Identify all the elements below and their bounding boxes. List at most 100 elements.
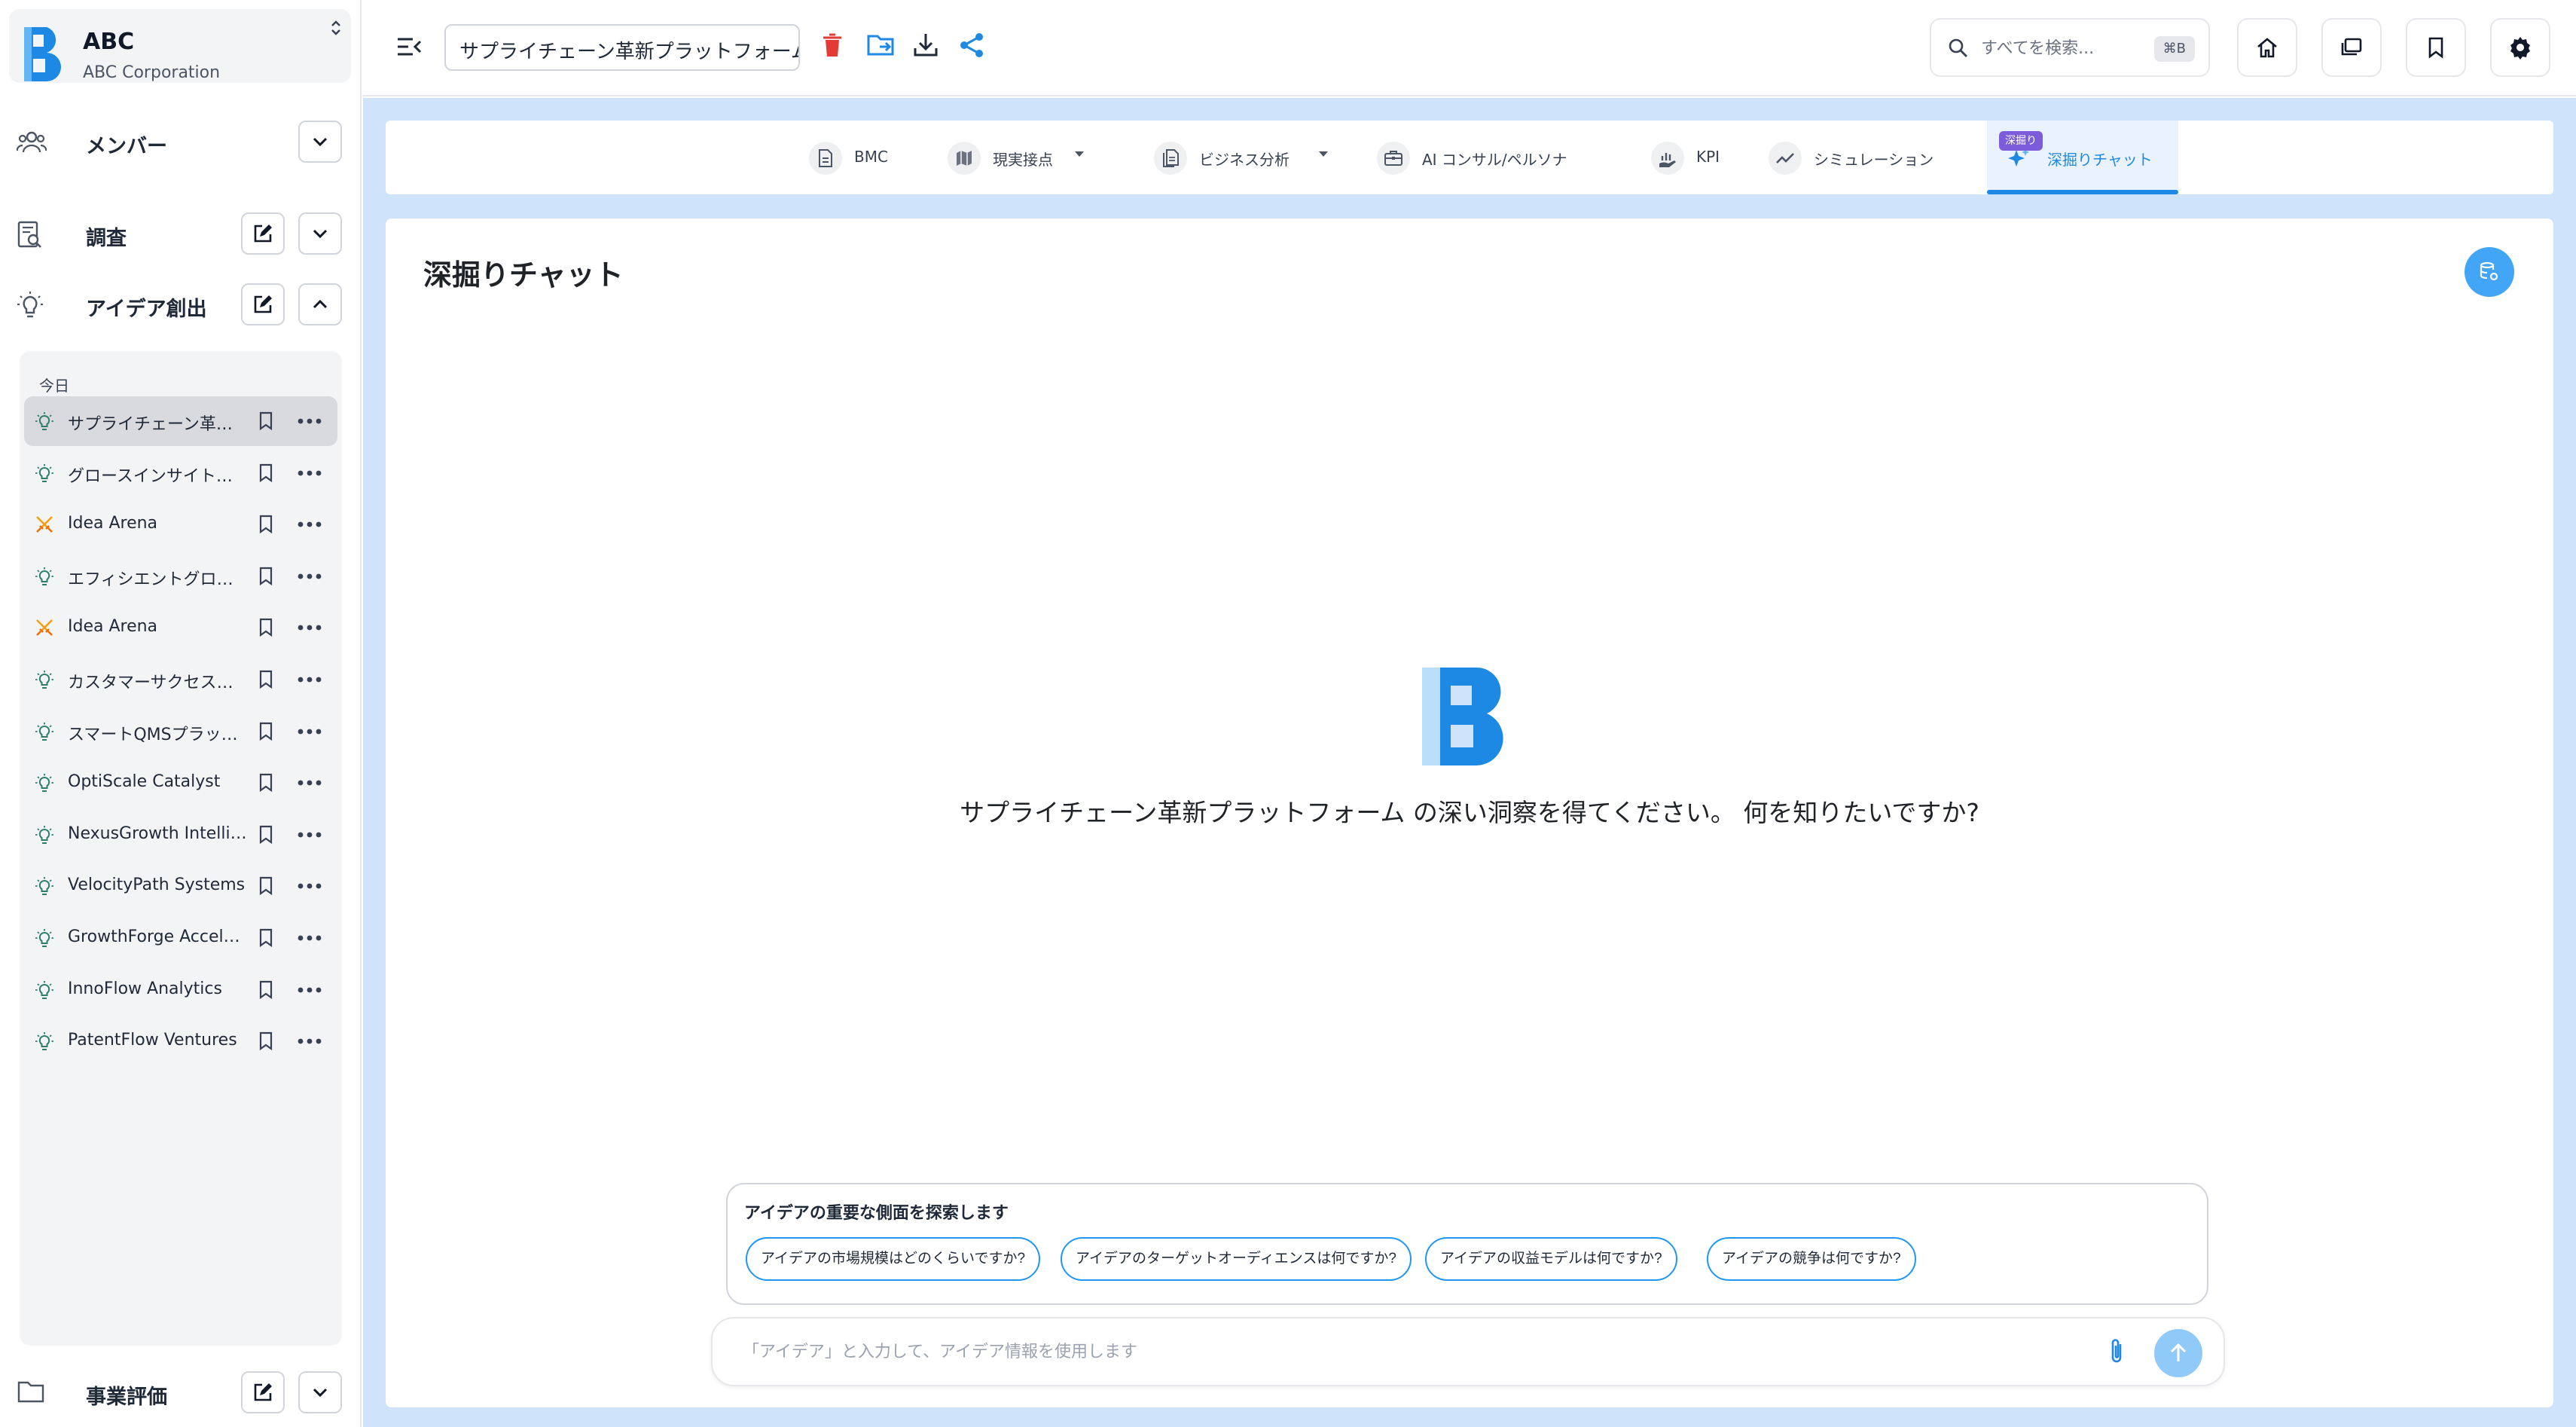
chat-input[interactable] [743, 1335, 2083, 1368]
bookmark-icon[interactable] [258, 979, 274, 1001]
users-icon [17, 131, 47, 153]
sidebar-section-research[interactable]: 調査 [0, 206, 362, 261]
suggestion-chip-market-size[interactable]: アイデアの市場規模はどのくらいですか? [746, 1237, 1041, 1281]
bookmark-icon[interactable] [258, 411, 274, 432]
chart-hand-icon [1651, 142, 1684, 175]
history-item[interactable]: Idea Arena [24, 500, 337, 549]
tab-label: 深掘りチャット [2047, 151, 2153, 169]
lightbulb-icon [35, 928, 54, 949]
sidebar-label-members: メンバー [86, 135, 167, 158]
lightbulb-icon [35, 722, 54, 743]
more-options-icon[interactable] [297, 772, 322, 793]
history-item[interactable]: グロースインサイトアナリティクス [24, 448, 337, 498]
gear-icon [2510, 37, 2530, 60]
more-options-icon[interactable] [297, 566, 322, 587]
history-item[interactable]: NexusGrowth Intelligence [24, 810, 337, 860]
history-item[interactable]: エフィシエントグロースソリューション [24, 552, 337, 601]
library-button[interactable] [2321, 18, 2382, 77]
caret-down-icon [1075, 151, 1084, 157]
lightbulb-icon [35, 567, 54, 588]
paperclip-icon[interactable] [2106, 1337, 2127, 1367]
edit-icon [254, 1383, 272, 1401]
search-input[interactable] [1981, 33, 2147, 63]
sidebar-section-ideation[interactable]: アイデア創出 [0, 277, 362, 332]
chat-history-button[interactable] [2465, 247, 2514, 297]
lightbulb-icon [35, 876, 54, 897]
more-options-icon[interactable] [297, 463, 322, 484]
sidebar-label-research: 調査 [86, 227, 127, 250]
more-options-icon[interactable] [297, 721, 322, 742]
more-options-icon[interactable] [297, 979, 322, 1001]
bookmark-icon[interactable] [258, 721, 274, 742]
history-item-title: グロースインサイトアナリティクス [68, 466, 247, 486]
folder-move-icon[interactable] [866, 32, 896, 59]
suggestion-chip-target-audience[interactable]: アイデアのターゲットオーディエンスは何ですか? [1061, 1237, 1412, 1281]
chevron-updown-icon[interactable] [330, 20, 342, 36]
send-button[interactable] [2154, 1329, 2202, 1377]
tab-label: 現実接点 [993, 151, 1053, 169]
document-title-field[interactable]: サプライチェーン革新プラットフォーム [444, 24, 800, 71]
history-item-title: Idea Arena [68, 514, 158, 533]
home-button[interactable] [2237, 18, 2297, 77]
history-item[interactable]: サプライチェーン革新プラットフォーム [24, 396, 337, 446]
more-options-icon[interactable] [297, 411, 322, 432]
bookmark-icon[interactable] [258, 927, 274, 949]
members-expand-button[interactable] [298, 121, 342, 163]
global-search[interactable]: ⌘B [1930, 18, 2210, 77]
trash-icon[interactable] [821, 32, 844, 59]
more-options-icon[interactable] [297, 927, 322, 949]
suggestion-chip-revenue-model[interactable]: アイデアの収益モデルは何ですか? [1425, 1237, 1677, 1281]
history-item[interactable]: カスタマーサクセスプラットフォーム [24, 655, 337, 704]
swords-icon [35, 515, 54, 534]
history-item-title: カスタマーサクセスプラットフォーム [68, 674, 247, 692]
org-subtitle: ABC Corporation [83, 63, 221, 82]
org-name: ABC [83, 29, 135, 55]
history-item[interactable]: Idea Arena [24, 603, 337, 652]
sidebar-section-evaluation[interactable]: 事業評価 [0, 1365, 362, 1419]
more-options-icon[interactable] [297, 617, 322, 638]
download-icon[interactable] [913, 32, 939, 59]
bookmark-icon[interactable] [258, 824, 274, 845]
sidebar-section-members[interactable]: メンバー [0, 115, 362, 169]
bookmark-icon[interactable] [258, 772, 274, 793]
idea-history-list: 今日 サプライチェーン革新プラットフォームグロースインサイトアナリティクス Ide… [20, 351, 342, 1346]
more-options-icon[interactable] [297, 875, 322, 897]
more-options-icon[interactable] [297, 824, 322, 845]
bookmarks-button[interactable] [2406, 18, 2466, 77]
evaluation-expand-button[interactable] [298, 1371, 342, 1413]
research-new-button[interactable] [241, 212, 285, 255]
settings-button[interactable] [2490, 18, 2550, 77]
ideation-collapse-button[interactable] [298, 283, 342, 325]
history-item-title: エフィシエントグロースソリューション [68, 570, 247, 589]
bookmark-icon[interactable] [258, 514, 274, 535]
lightbulb-icon [35, 1031, 54, 1053]
history-item[interactable]: GrowthForge Accelerator [24, 913, 337, 963]
more-options-icon[interactable] [297, 1031, 322, 1052]
history-item-title: スマートQMSプラットフォーム [68, 725, 247, 744]
bookmark-icon[interactable] [258, 617, 274, 638]
bookmark-icon[interactable] [258, 875, 274, 897]
share-icon[interactable] [958, 32, 985, 59]
research-expand-button[interactable] [298, 212, 342, 255]
more-options-icon[interactable] [297, 514, 322, 535]
history-item[interactable]: InnoFlow Analytics [24, 965, 337, 1015]
bookmark-icon[interactable] [258, 463, 274, 484]
history-item[interactable]: PatentFlow Ventures [24, 1016, 337, 1066]
bookmark-icon[interactable] [258, 1031, 274, 1052]
menu-collapse-icon[interactable] [396, 33, 422, 60]
history-item-title: サプライチェーン革新プラットフォーム [68, 415, 247, 434]
brand-logo-icon [24, 27, 61, 81]
history-item[interactable]: スマートQMSプラットフォーム [24, 707, 337, 756]
bookmark-icon[interactable] [258, 669, 274, 690]
caret-down-icon [1319, 151, 1328, 157]
map-icon [948, 142, 981, 175]
evaluation-new-button[interactable] [241, 1371, 285, 1413]
bookmark-icon[interactable] [258, 566, 274, 587]
suggestion-chip-competition[interactable]: アイデアの競争は何ですか? [1707, 1237, 1916, 1281]
edit-icon [254, 225, 272, 243]
more-options-icon[interactable] [297, 669, 322, 690]
history-item[interactable]: OptiScale Catalyst [24, 758, 337, 808]
org-switcher[interactable]: ABC ABC Corporation [9, 9, 351, 83]
history-item[interactable]: VelocityPath Systems [24, 861, 337, 911]
ideation-new-button[interactable] [241, 283, 285, 325]
